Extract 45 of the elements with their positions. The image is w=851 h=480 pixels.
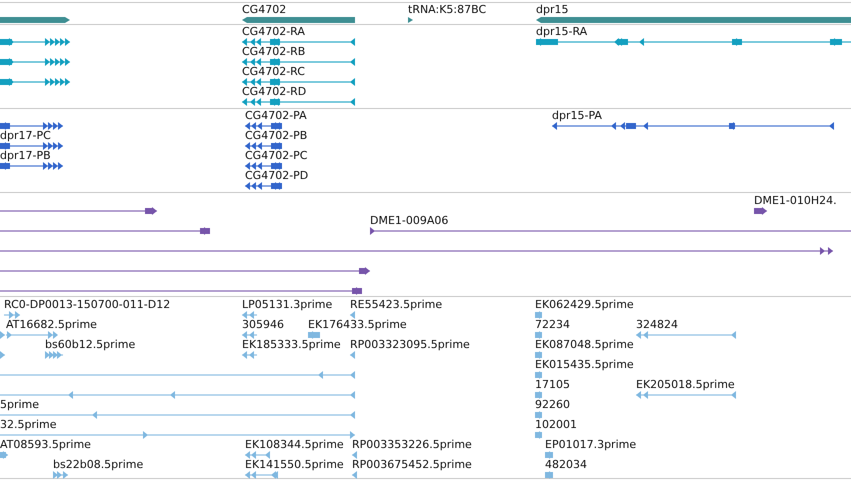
feature-label: DME1-009A06: [370, 214, 448, 227]
feature-label: dpr15-PA: [552, 109, 602, 122]
feature-label: RP003675452.5prime: [352, 458, 472, 471]
feature-label: 324824: [636, 318, 678, 331]
feature-label: RC0-DP0013-150700-011-D12: [4, 298, 170, 311]
feature-label: CG4702-RD: [242, 85, 306, 98]
feature-label: CG4702-RA: [242, 25, 305, 38]
feature-label: dpr17-PB: [0, 149, 51, 162]
feature-label: AT08593.5prime: [0, 438, 91, 451]
feature-label: EK062429.5prime: [535, 298, 634, 311]
feature-label: EK141550.5prime: [245, 458, 344, 471]
feature-label: EK015435.5prime: [535, 358, 634, 371]
feature-label: bs22b08.5prime: [53, 458, 144, 471]
feature-label: RP003323095.5prime: [350, 338, 470, 351]
feature-label: EK108344.5prime: [245, 438, 344, 451]
feature-label: CG4702-PB: [245, 129, 308, 142]
feature-label: 305946: [242, 318, 284, 331]
feature-label: RP003353226.5prime: [352, 438, 472, 451]
feature-label: dpr15-RA: [536, 25, 588, 38]
feature-label: RE55423.5prime: [350, 298, 442, 311]
feature-label: CG4702-PC: [245, 149, 308, 162]
feature-label: CG4702-PA: [245, 109, 307, 122]
feature-label: CG4702-RC: [242, 65, 305, 78]
feature-label: dpr15: [536, 3, 568, 16]
feature-label: EK205018.5prime: [636, 378, 735, 391]
feature-label: 92260: [535, 398, 570, 411]
feature-label: EK185333.5prime: [242, 338, 341, 351]
feature-label: EK087048.5prime: [535, 338, 634, 351]
feature-label: tRNA:K5:87BC: [408, 3, 486, 16]
feature-label: bs60b12.5prime: [45, 338, 136, 351]
feature-label: 5prime: [0, 398, 40, 411]
feature-label: EK176433.5prime: [308, 318, 407, 331]
feature-label: CG4702-RB: [242, 45, 306, 58]
feature-label: 17105: [535, 378, 570, 391]
feature-label: 482034: [545, 458, 587, 471]
feature-label: DME1-010H24.: [754, 194, 837, 207]
feature-label: 102001: [535, 418, 577, 431]
feature-label: AT16682.5prime: [6, 318, 97, 331]
feature-label: 72234: [535, 318, 570, 331]
feature-label: 32.5prime: [0, 418, 57, 431]
feature-label: CG4702: [242, 3, 286, 16]
feature-label: LP05131.3prime: [242, 298, 332, 311]
feature-label: CG4702-PD: [245, 169, 308, 182]
feature-label: EP01017.3prime: [545, 438, 636, 451]
feature-label: dpr17-PC: [0, 129, 51, 142]
